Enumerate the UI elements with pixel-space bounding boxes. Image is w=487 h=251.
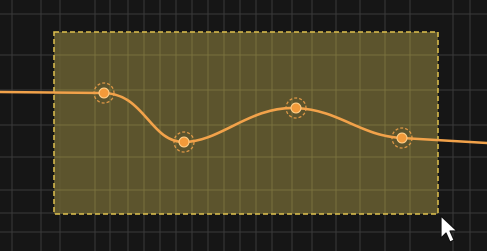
selection-box[interactable] bbox=[53, 31, 439, 215]
curve-editor-canvas[interactable] bbox=[0, 0, 487, 251]
animation-curve-editor[interactable] bbox=[0, 0, 487, 251]
keyframe-handle[interactable] bbox=[396, 132, 408, 144]
keyframe-handle[interactable] bbox=[290, 102, 302, 114]
keyframe-handle[interactable] bbox=[178, 136, 190, 148]
keyframe-handle[interactable] bbox=[98, 87, 110, 99]
